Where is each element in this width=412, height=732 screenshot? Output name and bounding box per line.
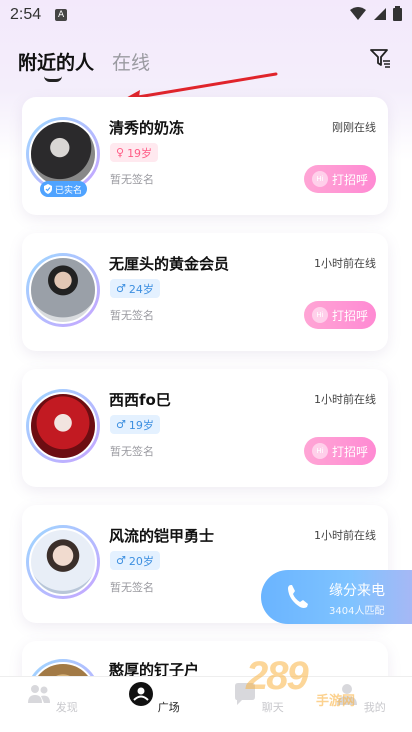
nav-square[interactable]: 广场 [124, 681, 184, 715]
call-title: 缘分来电 [329, 583, 385, 599]
greet-button[interactable]: Hi 打招呼 [304, 301, 376, 329]
hi-icon: Hi [311, 171, 328, 187]
gender-age-badge: ♂ 20岁 [110, 551, 160, 570]
square-profile-icon [129, 682, 154, 706]
greet-label: 打招呼 [331, 308, 368, 323]
status-time: 2:54 [10, 6, 42, 23]
signature: 暂无签名 [110, 309, 154, 322]
status-bar: 2:54 A [0, 0, 412, 30]
avatar[interactable] [26, 117, 100, 191]
avatar-photo [29, 120, 97, 188]
user-card[interactable]: 西西fo巳 1小时前在线 ♂ 19岁 暂无签名 Hi 打招呼 [22, 369, 388, 487]
online-status: 1小时前在线 [314, 393, 376, 406]
signature: 暂无签名 [110, 581, 154, 594]
nav-discover[interactable]: 发现 [22, 681, 82, 715]
user-name: 清秀的奶冻 [109, 119, 185, 137]
battery-icon [393, 6, 402, 21]
nav-label: 广场 [157, 701, 180, 714]
avatar-photo [29, 392, 97, 460]
age-label: 19岁 [127, 146, 153, 160]
male-icon: ♂ [116, 554, 126, 567]
greet-label: 打招呼 [331, 444, 368, 459]
filter-icon[interactable] [368, 46, 392, 70]
watermark-main: 289 [246, 654, 309, 698]
verified-badge: 已实名 [40, 181, 88, 197]
avatar-photo [29, 528, 97, 596]
user-card[interactable]: 已实名 清秀的奶冻 刚刚在线 ♀ 19岁 暂无签名 Hi 打招呼 [22, 97, 388, 215]
online-status: 1小时前在线 [314, 257, 376, 270]
signature: 暂无签名 [110, 173, 154, 186]
people-icon [28, 685, 51, 703]
tab-nearby[interactable]: 附近的人 [18, 48, 94, 75]
match-call-widget[interactable]: 缘分来电 3404人匹配 [261, 570, 412, 624]
phone-icon [288, 585, 308, 608]
nav-label: 发现 [55, 701, 78, 714]
watermark-sub: 手游网 [316, 693, 356, 708]
wifi-icon [350, 6, 366, 20]
male-icon: ♂ [116, 282, 126, 295]
gender-age-badge: ♂ 24岁 [110, 279, 160, 298]
shield-check-icon [44, 184, 52, 194]
user-card[interactable]: 无厘头的黄金会员 1小时前在线 ♂ 24岁 暂无签名 Hi 打招呼 [22, 233, 388, 351]
verified-label: 已实名 [55, 185, 83, 196]
age-label: 19岁 [128, 418, 154, 432]
user-name: 无厘头的黄金会员 [109, 255, 230, 273]
user-name: 西西fo巳 [109, 391, 171, 409]
avatar[interactable] [26, 389, 100, 463]
female-icon: ♀ [116, 146, 125, 159]
user-name: 风流的铠甲勇士 [109, 527, 215, 545]
online-status: 1小时前在线 [314, 529, 376, 542]
greet-button[interactable]: Hi 打招呼 [304, 165, 376, 193]
gender-age-badge: ♂ 19岁 [110, 415, 160, 434]
signature: 暂无签名 [110, 445, 154, 458]
avatar[interactable] [26, 525, 100, 599]
status-icons [349, 6, 402, 21]
call-subtitle: 3404人匹配 [329, 606, 385, 617]
greet-button[interactable]: Hi 打招呼 [304, 437, 376, 465]
greet-label: 打招呼 [331, 172, 368, 187]
hi-icon: Hi [311, 307, 328, 323]
watermark-logo: 289 手游网 [246, 654, 396, 714]
male-icon: ♂ [116, 418, 126, 431]
avatar-photo [29, 256, 97, 324]
tab-underline [44, 76, 62, 82]
gender-age-badge: ♀ 19岁 [110, 143, 159, 162]
notification-a-icon: A [55, 9, 68, 21]
age-label: 20岁 [128, 554, 154, 568]
age-label: 24岁 [128, 282, 154, 296]
online-status: 刚刚在线 [332, 121, 376, 134]
hi-icon: Hi [311, 443, 328, 459]
signal-icon [374, 7, 386, 20]
avatar[interactable] [26, 253, 100, 327]
